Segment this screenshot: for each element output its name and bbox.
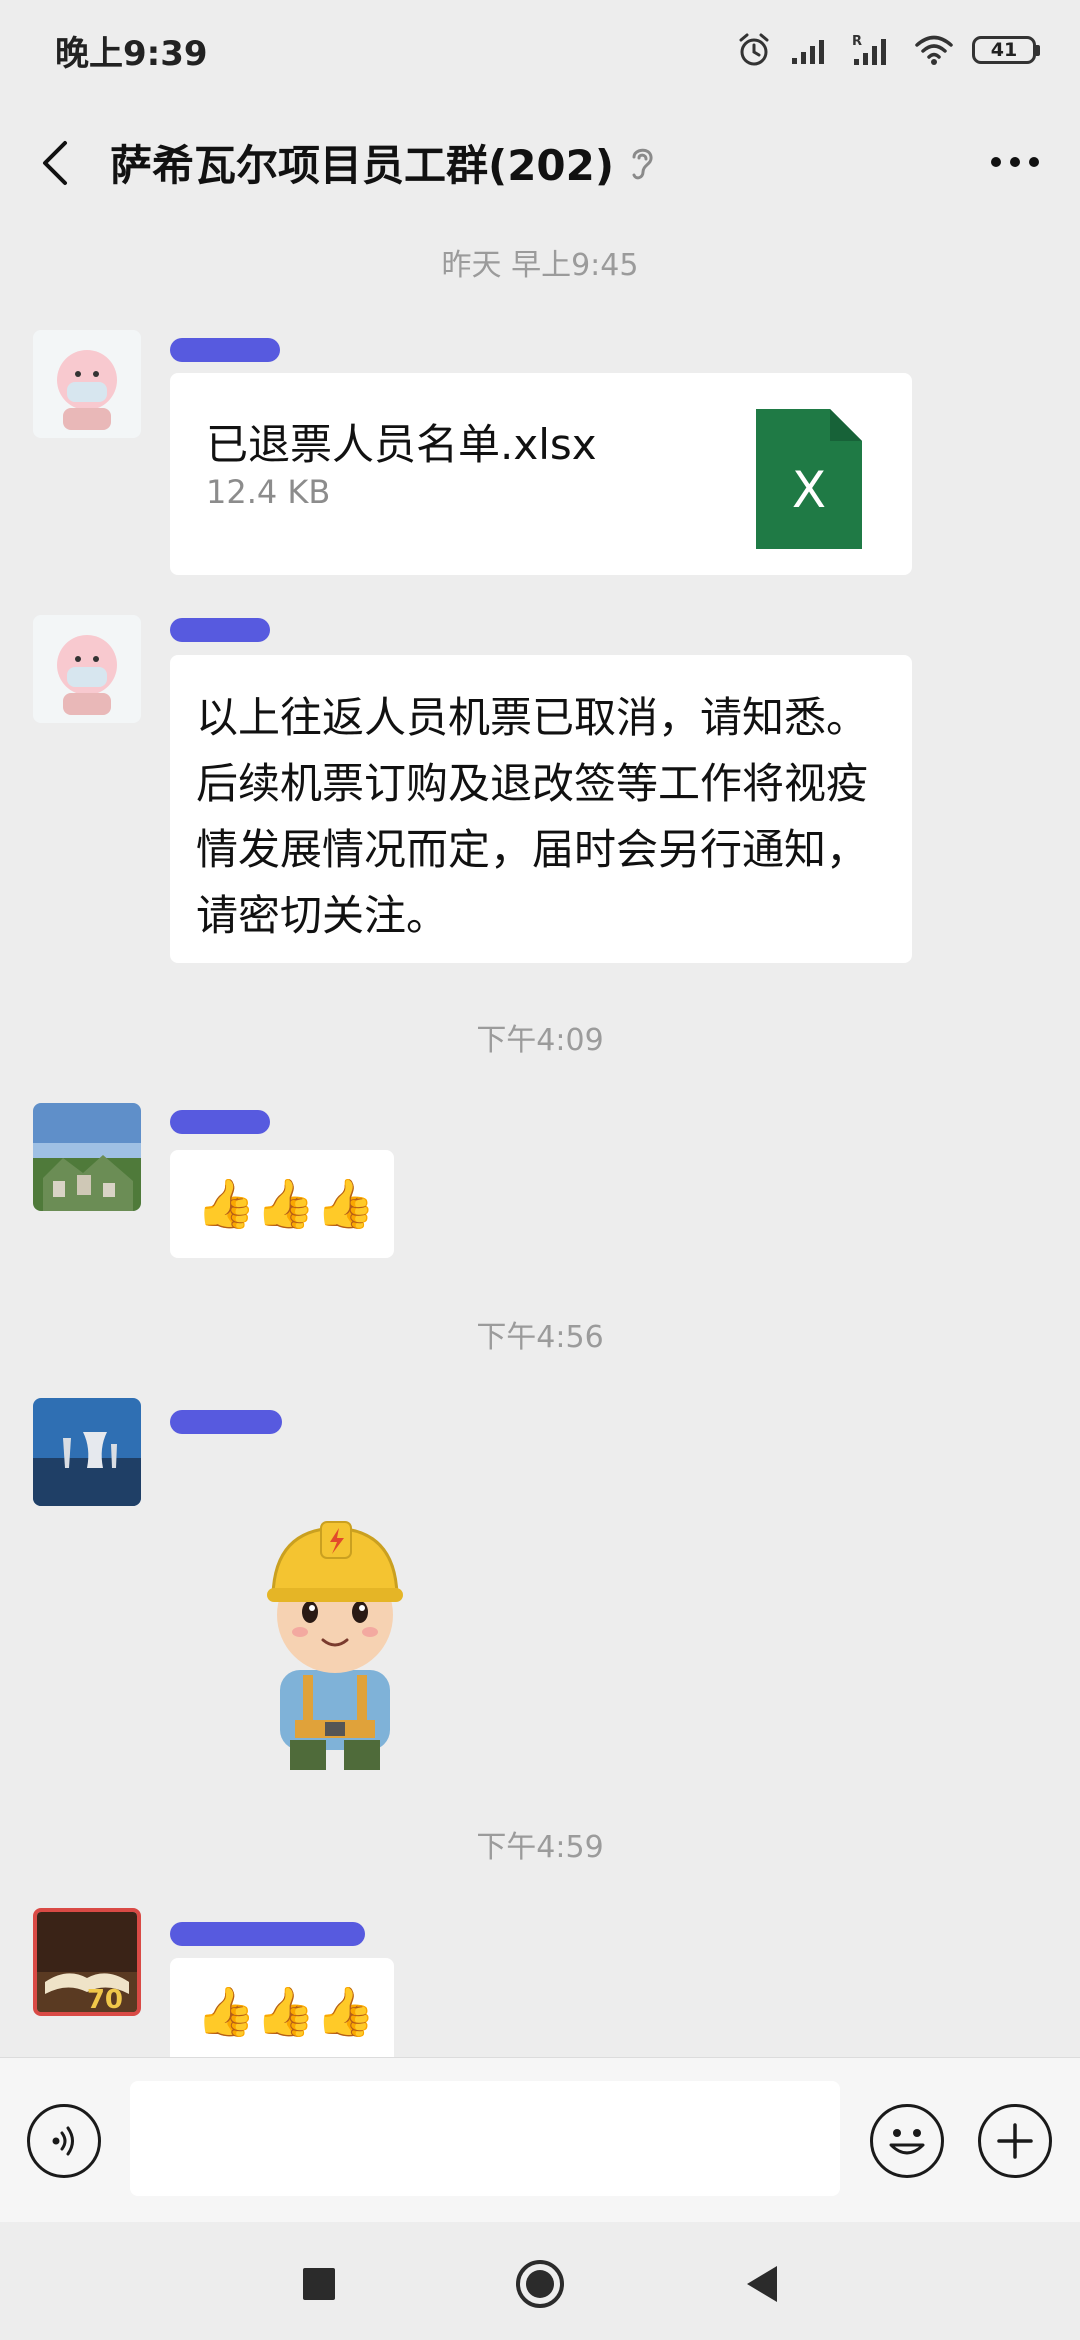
- status-bar: 晚上9:39 R 41: [0, 0, 1080, 100]
- chevron-left-icon: [43, 140, 67, 185]
- triangle-back-icon: [747, 2266, 777, 2302]
- chat-timestamp: 下午4:59: [476, 1830, 604, 1865]
- plus-icon: [997, 2123, 1033, 2159]
- file-size: 12.4 KB: [206, 473, 331, 511]
- file-message-bubble[interactable]: 已退票人员名单.xlsx 12.4 KB X: [170, 373, 912, 575]
- circle-home-icon: [516, 2260, 564, 2308]
- more-options-button[interactable]: [980, 130, 1050, 194]
- status-time: 晚上9:39: [55, 33, 208, 74]
- construction-worker-sticker[interactable]: [235, 1500, 435, 1780]
- avatar[interactable]: [33, 330, 141, 438]
- battery-level: 41: [972, 36, 1036, 64]
- svg-text:R: R: [852, 34, 862, 49]
- wifi-icon: [915, 35, 953, 65]
- back-button[interactable]: [0, 100, 110, 225]
- svg-text:70: 70: [87, 1985, 123, 2012]
- file-name: 已退票人员名单.xlsx: [206, 420, 597, 469]
- message-text: 以上往返人员机票已取消，请知悉。后续机票订购及退改签等工作将视疫情发展情况而定，…: [196, 693, 869, 940]
- text-message-bubble[interactable]: 以上往返人员机票已取消，请知悉。后续机票订购及退改签等工作将视疫情发展情况而定，…: [170, 655, 912, 963]
- more-dots-icon: [991, 157, 1039, 167]
- signal-icon: [792, 40, 824, 64]
- voice-icon: [52, 2126, 74, 2156]
- system-navigation-bar: [0, 2222, 1080, 2340]
- avatar-image: [33, 330, 141, 438]
- home-button[interactable]: [508, 2252, 572, 2316]
- chat-timestamp: 下午4:09: [476, 1023, 604, 1058]
- avatar[interactable]: [33, 1103, 141, 1211]
- chat-title: 萨希瓦尔项目员工群(202): [110, 141, 615, 190]
- chat-header: 萨希瓦尔项目员工群(202): [0, 100, 1080, 225]
- ear-icon: [628, 143, 656, 183]
- status-icons: R 41: [736, 32, 1040, 68]
- emoji-message-bubble[interactable]: 👍👍👍: [170, 1958, 394, 2066]
- avatar[interactable]: [33, 1398, 141, 1506]
- more-functions-button[interactable]: [978, 2104, 1052, 2178]
- chat-timestamp: 昨天 早上9:45: [441, 248, 639, 283]
- sender-name-redacted: [170, 338, 280, 362]
- excel-icon-letter: X: [792, 461, 826, 519]
- thumbs-up-emoji-text: 👍👍👍: [196, 1176, 376, 1232]
- back-nav-button[interactable]: [730, 2252, 794, 2316]
- sender-name-redacted: [170, 1110, 270, 1134]
- sender-name-redacted: [170, 618, 270, 642]
- square-icon: [303, 2268, 335, 2300]
- battery-icon: 41: [972, 36, 1040, 64]
- voice-input-button[interactable]: [27, 2104, 101, 2178]
- avatar-image: 70: [37, 1912, 137, 2012]
- avatar-image: [33, 1398, 141, 1506]
- recent-apps-button[interactable]: [287, 2252, 351, 2316]
- sender-name-redacted: [170, 1410, 282, 1434]
- emoji-message-bubble[interactable]: 👍👍👍: [170, 1150, 394, 1258]
- chat-timestamp: 下午4:56: [476, 1320, 604, 1355]
- avatar-image: [33, 1103, 141, 1211]
- emoji-button[interactable]: [870, 2104, 944, 2178]
- chat-input-bar: [0, 2057, 1080, 2222]
- excel-file-icon: X: [756, 409, 862, 549]
- thumbs-up-emoji-text: 👍👍👍: [196, 1984, 376, 2040]
- smiley-icon: [889, 2129, 925, 2155]
- message-input[interactable]: [130, 2081, 840, 2196]
- sender-name-redacted: [170, 1922, 365, 1946]
- avatar[interactable]: [33, 615, 141, 723]
- alarm-icon: [739, 33, 769, 66]
- signal-roaming-icon: R: [852, 34, 886, 65]
- avatar[interactable]: 70: [33, 1908, 141, 2016]
- avatar-image: [33, 615, 141, 723]
